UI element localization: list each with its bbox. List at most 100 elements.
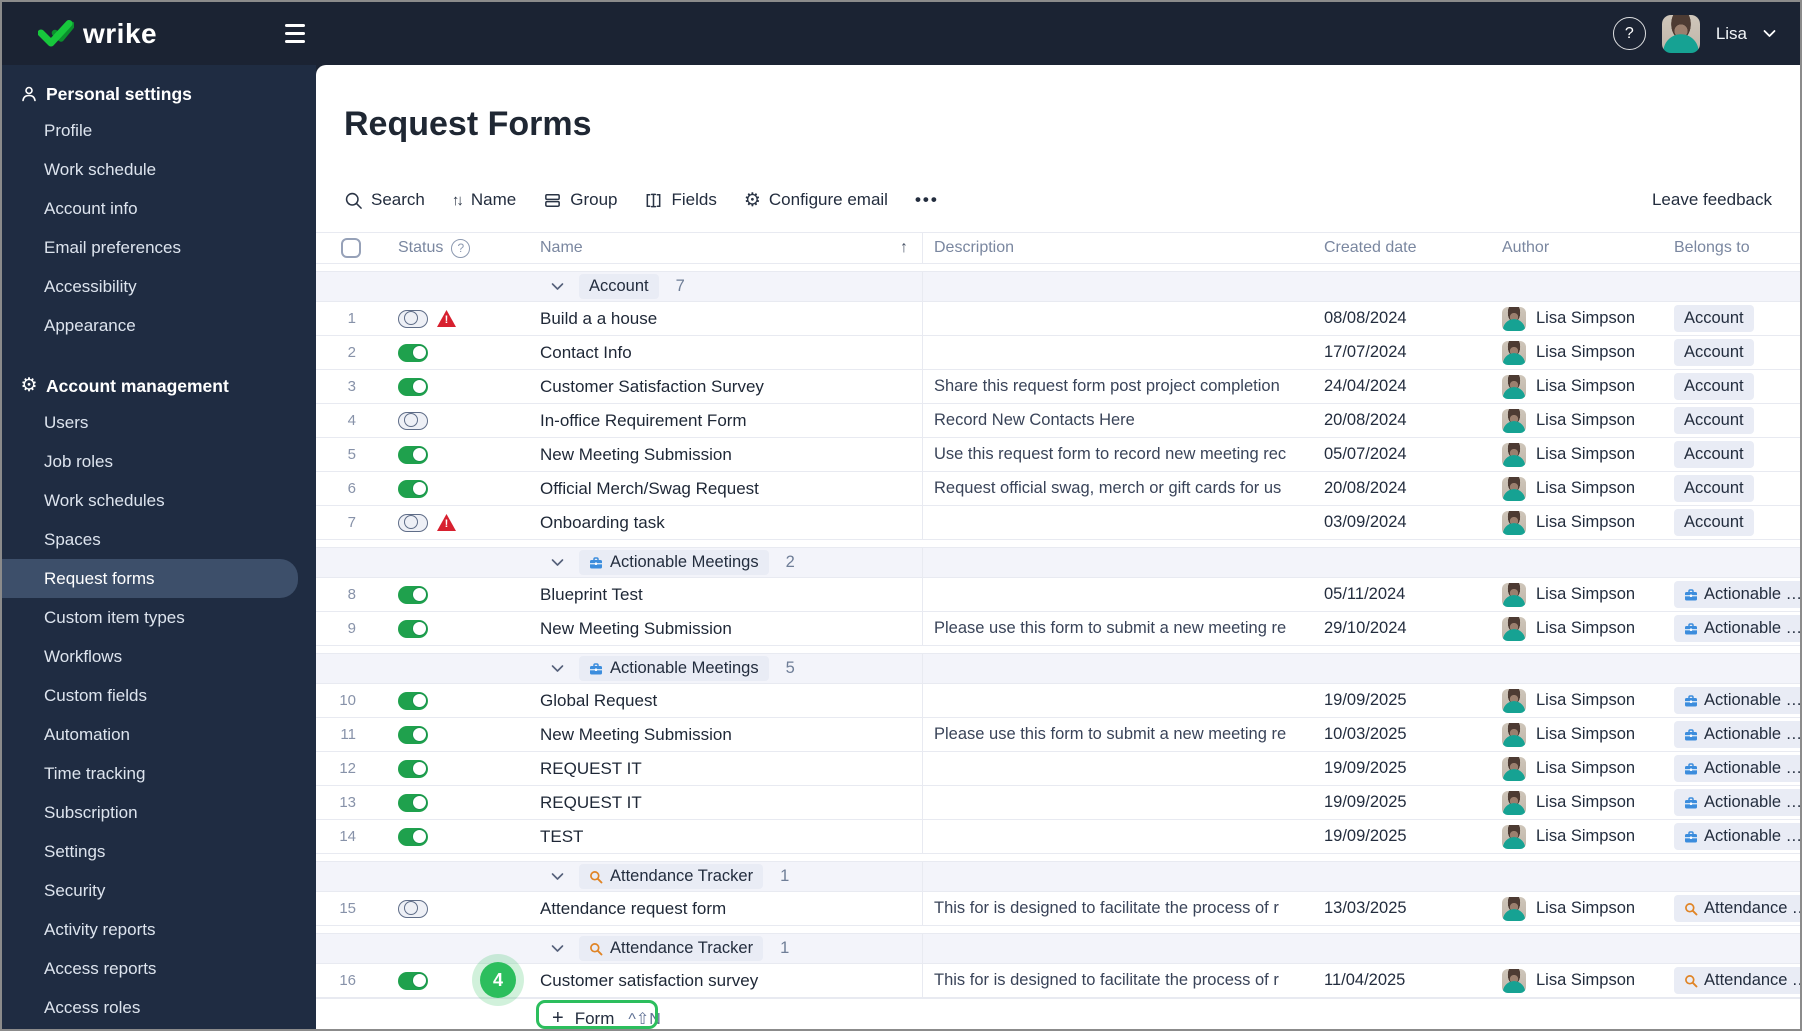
- sidebar-item-settings[interactable]: Settings: [2, 832, 298, 871]
- table-row[interactable]: 9 ! New Meeting Submission Please use th…: [316, 612, 1800, 646]
- group-header-row[interactable]: Actionable Meetings 5: [316, 654, 1800, 684]
- chevron-down-icon[interactable]: [551, 872, 564, 881]
- name-column-header[interactable]: Name: [540, 239, 583, 257]
- table-row[interactable]: 13 ! REQUEST IT 19/09/2025 Lisa Simpson …: [316, 786, 1800, 820]
- sidebar-item-workflows[interactable]: Workflows: [2, 637, 298, 676]
- search-button[interactable]: Search: [344, 190, 425, 210]
- belongs-to-chip[interactable]: Actionable Meetings: [1674, 789, 1800, 816]
- table-row[interactable]: 6 ! Official Merch/Swag Request Request …: [316, 472, 1800, 506]
- form-name[interactable]: New Meeting Submission: [476, 619, 922, 639]
- belongs-to-chip[interactable]: Account: [1674, 475, 1754, 502]
- form-name[interactable]: Attendance request form: [476, 899, 922, 919]
- status-toggle[interactable]: [398, 827, 428, 846]
- group-chip[interactable]: Actionable Meetings: [579, 550, 769, 575]
- table-row[interactable]: 2 ! Contact Info 17/07/2024 Lisa Simpson…: [316, 336, 1800, 370]
- group-header-row[interactable]: Actionable Meetings 2: [316, 548, 1800, 578]
- sidebar-item-profile[interactable]: Profile: [2, 111, 298, 150]
- sidebar-item-account-info[interactable]: Account info: [2, 189, 298, 228]
- author-column-header[interactable]: Author: [1502, 233, 1674, 263]
- status-toggle[interactable]: [398, 377, 428, 396]
- help-icon[interactable]: ?: [1612, 17, 1646, 50]
- form-name[interactable]: TEST: [476, 827, 922, 847]
- status-toggle[interactable]: [398, 725, 428, 744]
- sidebar-item-request-forms[interactable]: Request forms: [2, 559, 298, 598]
- sidebar-section-header[interactable]: ⚙ Personal settings: [2, 77, 316, 111]
- table-row[interactable]: 12 ! REQUEST IT 19/09/2025 Lisa Simpson …: [316, 752, 1800, 786]
- group-chip[interactable]: Attendance Tracker: [579, 864, 764, 889]
- status-toggle[interactable]: [398, 619, 428, 638]
- table-row[interactable]: 3 ! Customer Satisfaction Survey Share t…: [316, 370, 1800, 404]
- status-toggle[interactable]: [398, 411, 428, 430]
- select-all-checkbox[interactable]: [341, 238, 361, 258]
- belongs-to-chip[interactable]: Actionable Meetings: [1674, 755, 1800, 782]
- status-help-icon[interactable]: ?: [451, 238, 471, 258]
- status-toggle[interactable]: [398, 971, 428, 990]
- table-row[interactable]: 16 ! Customer satisfaction survey This f…: [316, 964, 1800, 998]
- sidebar-item-work-schedule[interactable]: Work schedule: [2, 150, 298, 189]
- chevron-down-icon[interactable]: [551, 282, 564, 291]
- table-row[interactable]: 7 ! Onboarding task 03/09/2024 Lisa Simp…: [316, 506, 1800, 540]
- belongs-to-chip[interactable]: Actionable Meetings: [1674, 581, 1800, 608]
- group-button[interactable]: Group: [543, 190, 617, 210]
- group-header-row[interactable]: Attendance Tracker 1: [316, 862, 1800, 892]
- belongs-to-chip[interactable]: Attendance Tracker: [1674, 967, 1800, 994]
- user-name[interactable]: Lisa: [1716, 24, 1747, 44]
- sidebar-item-activity-reports[interactable]: Activity reports: [2, 910, 298, 949]
- status-toggle[interactable]: [398, 691, 428, 710]
- status-toggle[interactable]: [398, 899, 428, 918]
- wrike-logo[interactable]: wrike: [38, 18, 157, 50]
- group-chip[interactable]: Account: [579, 274, 659, 299]
- form-name[interactable]: New Meeting Submission: [476, 725, 922, 745]
- belongs-to-chip[interactable]: Account: [1674, 305, 1754, 332]
- table-row[interactable]: 1 ! Build a a house 08/08/2024 Lisa Simp…: [316, 302, 1800, 336]
- sidebar-item-appearance[interactable]: Appearance: [2, 306, 298, 345]
- sidebar-item-users[interactable]: Users: [2, 403, 298, 442]
- chevron-down-icon[interactable]: [551, 664, 564, 673]
- belongs-to-chip[interactable]: Actionable Meetings: [1674, 721, 1800, 748]
- belongs-to-chip[interactable]: Account: [1674, 509, 1754, 536]
- table-row[interactable]: 11 ! New Meeting Submission Please use t…: [316, 718, 1800, 752]
- form-name[interactable]: Contact Info: [476, 343, 922, 363]
- sidebar-item-spaces[interactable]: Spaces: [2, 520, 298, 559]
- chevron-down-icon[interactable]: [1763, 29, 1776, 38]
- table-row[interactable]: 5 ! New Meeting Submission Use this requ…: [316, 438, 1800, 472]
- belongs-to-chip[interactable]: Actionable Meetings: [1674, 823, 1800, 850]
- hamburger-menu-icon[interactable]: [285, 24, 307, 43]
- sidebar-item-email-preferences[interactable]: Email preferences: [2, 228, 298, 267]
- chevron-down-icon[interactable]: [551, 944, 564, 953]
- form-name[interactable]: Blueprint Test: [476, 585, 922, 605]
- form-name[interactable]: REQUEST IT: [476, 759, 922, 779]
- form-name[interactable]: REQUEST IT: [476, 793, 922, 813]
- sidebar-item-accessibility[interactable]: Accessibility: [2, 267, 298, 306]
- belongs-to-chip[interactable]: Account: [1674, 339, 1754, 366]
- status-toggle[interactable]: [398, 759, 428, 778]
- sidebar-item-work-schedules[interactable]: Work schedules: [2, 481, 298, 520]
- sidebar-item-time-tracking[interactable]: Time tracking: [2, 754, 298, 793]
- status-toggle[interactable]: [398, 343, 428, 362]
- fields-button[interactable]: Fields: [644, 190, 717, 210]
- sidebar-item-automation[interactable]: Automation: [2, 715, 298, 754]
- form-name[interactable]: In-office Requirement Form: [476, 411, 922, 431]
- status-toggle[interactable]: [398, 309, 428, 328]
- sidebar-item-access-roles[interactable]: Access roles: [2, 988, 298, 1027]
- form-name[interactable]: Customer Satisfaction Survey: [476, 377, 922, 397]
- form-name[interactable]: Customer satisfaction survey: [476, 971, 922, 991]
- table-row[interactable]: 10 ! Global Request 19/09/2025 Lisa Simp…: [316, 684, 1800, 718]
- status-toggle[interactable]: [398, 479, 428, 498]
- add-form-button[interactable]: Form: [575, 1009, 615, 1029]
- table-row[interactable]: 15 ! Attendance request form This for is…: [316, 892, 1800, 926]
- sidebar-item-access-reports[interactable]: Access reports: [2, 949, 298, 988]
- form-name[interactable]: Official Merch/Swag Request: [476, 479, 922, 499]
- form-name[interactable]: Build a a house: [476, 309, 922, 329]
- belongs-to-chip[interactable]: Account: [1674, 373, 1754, 400]
- table-row[interactable]: 14 ! TEST 19/09/2025 Lisa Simpson Action…: [316, 820, 1800, 854]
- belongs-to-chip[interactable]: Account: [1674, 441, 1754, 468]
- form-name[interactable]: New Meeting Submission: [476, 445, 922, 465]
- table-row[interactable]: 8 ! Blueprint Test 05/11/2024 Lisa Simps…: [316, 578, 1800, 612]
- group-header-row[interactable]: Attendance Tracker 1: [316, 934, 1800, 964]
- form-name[interactable]: Onboarding task: [476, 513, 922, 533]
- sidebar-item-subscription[interactable]: Subscription: [2, 793, 298, 832]
- group-header-row[interactable]: Account 7: [316, 272, 1800, 302]
- description-column-header[interactable]: Description: [922, 233, 1324, 263]
- form-name[interactable]: Global Request: [476, 691, 922, 711]
